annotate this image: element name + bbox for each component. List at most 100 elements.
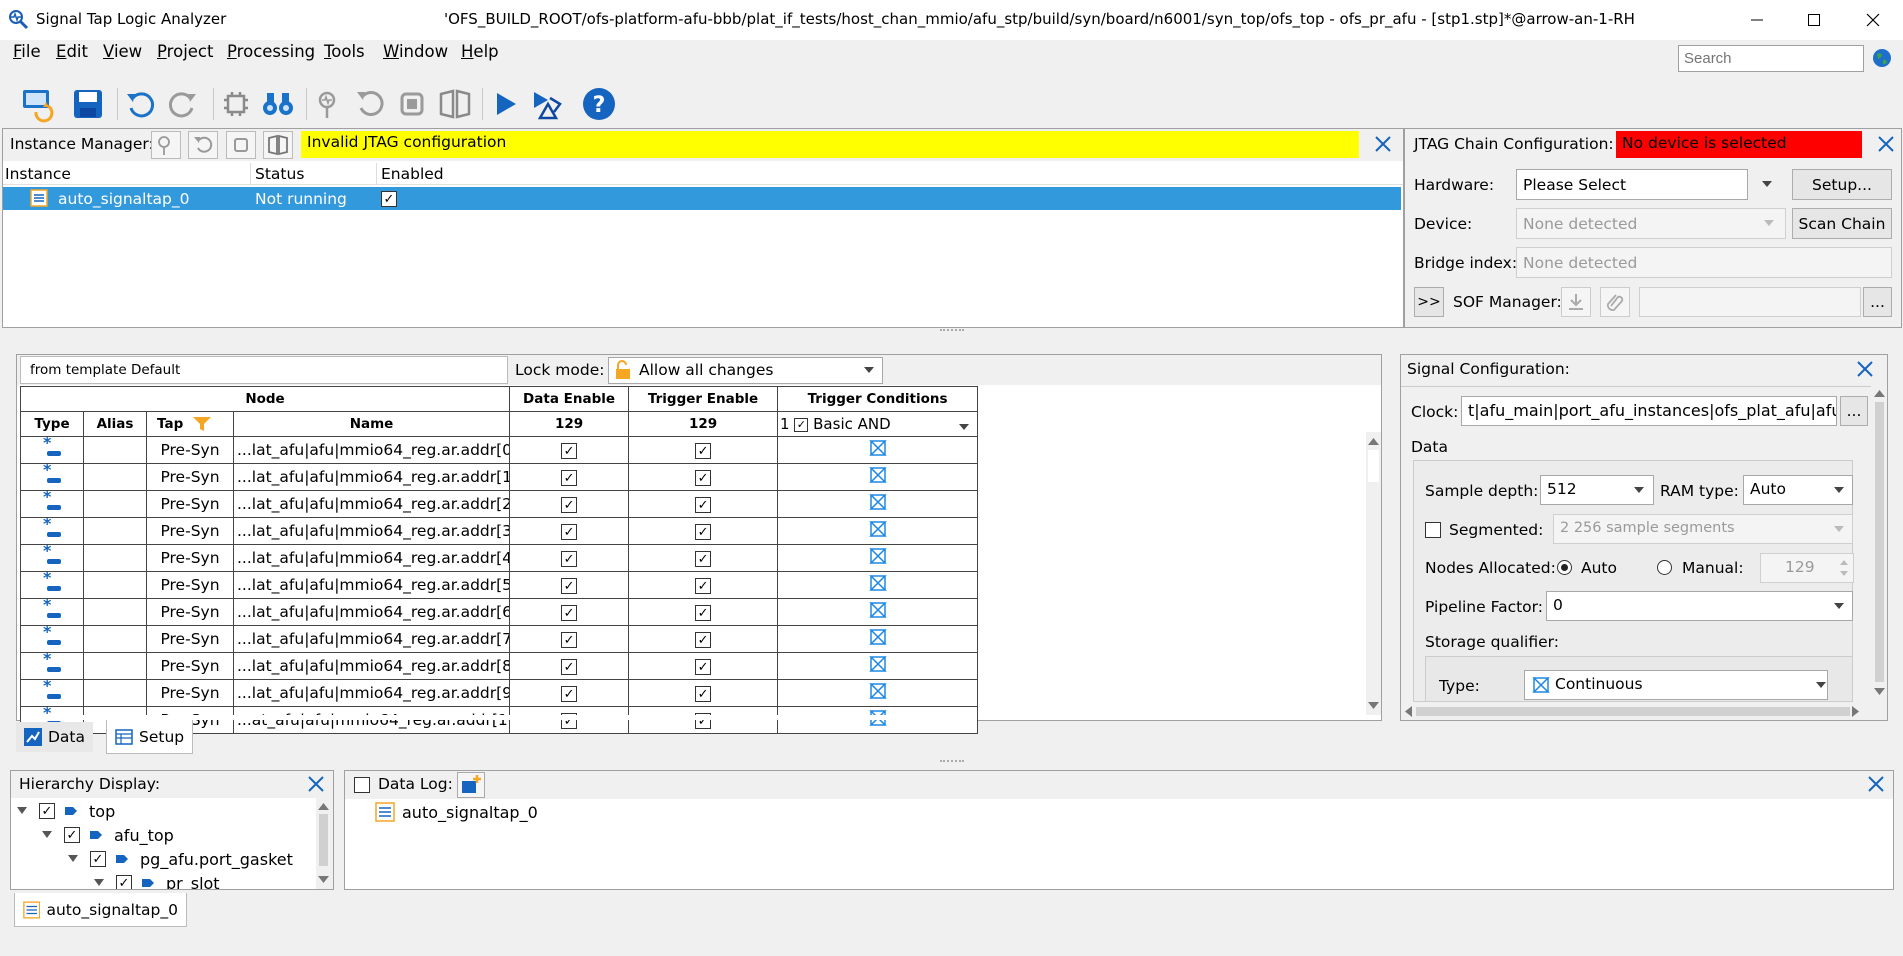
dont-care-icon[interactable] [868, 682, 888, 700]
node-tap-cell[interactable]: Pre-Syn [146, 463, 234, 491]
tab-setup[interactable]: Setup [106, 720, 194, 754]
tree-node-afu-top[interactable]: ✓ afu_top [42, 825, 174, 845]
node-alias-cell[interactable] [83, 463, 147, 491]
node-name-cell[interactable]: ...lat_afu|afu|mmio64_reg.ar.addr[3] [232, 517, 511, 545]
trigger-condition-cell[interactable] [777, 517, 979, 545]
data-enable-cell[interactable]: ✓ [509, 652, 630, 680]
data-enable-cell[interactable]: ✓ [509, 571, 630, 599]
trigger-enable-checkbox[interactable]: ✓ [695, 686, 712, 703]
node-tap-cell[interactable]: Pre-Syn [146, 490, 234, 518]
trigger-enable-checkbox[interactable]: ✓ [695, 659, 712, 676]
dont-care-icon[interactable] [868, 574, 888, 592]
redo-button[interactable] [162, 84, 202, 124]
table-row[interactable]: * Pre-Syn ...lat_afu|afu|mmio64_reg.ar.add… [20, 544, 979, 572]
dont-care-icon[interactable] [868, 547, 888, 565]
read-data-button[interactable] [435, 84, 475, 124]
trigger-enable-cell[interactable]: ✓ [628, 571, 779, 599]
lock-mode-select[interactable]: Allow all changes [608, 357, 883, 384]
node-tap-cell[interactable]: Pre-Syn [146, 679, 234, 707]
trigger-condition-cell[interactable] [777, 652, 979, 680]
dont-care-icon[interactable] [868, 493, 888, 511]
menu-file[interactable]: File [13, 42, 41, 61]
trigger-condition-cell[interactable] [777, 706, 979, 734]
trigger-condition-cell[interactable] [777, 598, 979, 626]
node-alias-cell[interactable] [83, 490, 147, 518]
menu-help[interactable]: Help [461, 42, 499, 61]
table-row[interactable]: * Pre-Syn ...lat_afu|afu|mmio64_reg.ar.add… [20, 625, 979, 653]
node-name-cell[interactable]: ...lat_afu|afu|mmio64_reg.ar.addr[0] [232, 436, 511, 464]
expand-arrow-icon[interactable] [68, 855, 78, 863]
node-finder-button[interactable] [216, 84, 256, 124]
trigger-enable-checkbox[interactable]: ✓ [695, 632, 712, 649]
minimize-button[interactable] [1729, 0, 1784, 40]
data-enable-checkbox[interactable]: ✓ [561, 551, 578, 568]
scroll-thumb[interactable] [319, 814, 328, 866]
trigger-enable-cell[interactable]: ✓ [628, 463, 779, 491]
data-enable-cell[interactable]: ✓ [509, 544, 630, 572]
tree-checkbox[interactable]: ✓ [39, 803, 55, 819]
scroll-up-icon[interactable] [1368, 437, 1379, 445]
trigger-enable-checkbox[interactable]: ✓ [695, 497, 712, 514]
scan-chain-button[interactable]: Scan Chain [1792, 208, 1892, 239]
trigger-condition-cell[interactable] [777, 463, 979, 491]
node-alias-cell[interactable] [83, 652, 147, 680]
scroll-up-icon[interactable] [318, 802, 329, 810]
col-instance[interactable]: Instance [5, 165, 71, 183]
node-tap-cell[interactable]: Pre-Syn [146, 625, 234, 653]
data-enable-checkbox[interactable]: ✓ [561, 497, 578, 514]
data-enable-cell[interactable]: ✓ [509, 679, 630, 707]
save-button[interactable] [68, 84, 108, 124]
scroll-left-icon[interactable] [1404, 706, 1412, 717]
node-name-cell[interactable]: ...lat_afu|afu|mmio64_reg.ar.addr[9] [232, 679, 511, 707]
trigger-enable-checkbox[interactable]: ✓ [695, 470, 712, 487]
tree-checkbox[interactable]: ✓ [64, 827, 80, 843]
compile-button[interactable] [528, 84, 568, 124]
trigger-enable-cell[interactable]: ✓ [628, 706, 779, 734]
tree-node-port-gasket[interactable]: ✓ pg_afu.port_gasket [68, 849, 293, 869]
close-icon[interactable] [306, 774, 326, 794]
nodes-manual-radio[interactable] [1657, 560, 1672, 575]
tab-instance[interactable]: auto_signaltap_0 [14, 893, 187, 927]
trigger-enable-cell[interactable]: ✓ [628, 652, 779, 680]
data-enable-checkbox[interactable]: ✓ [561, 659, 578, 676]
node-name-cell[interactable]: ...lat_afu|afu|mmio64_reg.ar.addr[8] [232, 652, 511, 680]
pipeline-factor-select[interactable]: 0 [1546, 591, 1853, 621]
trigger-enable-cell[interactable]: ✓ [628, 517, 779, 545]
col-type[interactable]: Type [20, 411, 84, 437]
sof-program-button[interactable] [1561, 287, 1591, 317]
expand-arrow-icon[interactable] [42, 831, 52, 839]
device-select[interactable]: None detected [1516, 208, 1786, 239]
data-enable-checkbox[interactable]: ✓ [561, 632, 578, 649]
sof-attach-button[interactable] [1600, 287, 1630, 317]
trigger-enable-cell[interactable]: ✓ [628, 490, 779, 518]
undo-button[interactable] [121, 84, 161, 124]
node-tap-cell[interactable]: Pre-Syn [146, 652, 234, 680]
trigger-enable-cell[interactable]: ✓ [628, 436, 779, 464]
node-name-cell[interactable]: ...lat_afu|afu|mmio64_reg.ar.addr[6] [232, 598, 511, 626]
node-name-cell[interactable]: ...lat_afu|afu|mmio64_reg.ar.addr[7] [232, 625, 511, 653]
trigger-enable-cell[interactable]: ✓ [628, 544, 779, 572]
data-enable-checkbox[interactable]: ✓ [561, 686, 578, 703]
autorun-analysis-button[interactable] [349, 84, 389, 124]
col-node[interactable]: Node [19, 386, 511, 412]
col-trigger-conditions[interactable]: Trigger Conditions [777, 386, 979, 412]
bridge-index-field[interactable]: None detected [1516, 247, 1892, 278]
node-alias-cell[interactable] [83, 436, 147, 464]
trigger-condition-cell[interactable] [777, 490, 979, 518]
node-tap-cell[interactable]: Pre-Syn [146, 544, 234, 572]
node-tap-cell[interactable]: Pre-Syn [146, 598, 234, 626]
col-status[interactable]: Status [255, 165, 304, 183]
node-alias-cell[interactable] [83, 517, 147, 545]
clock-field[interactable]: t|afu_main|port_afu_instances|ofs_plat_a… [1461, 396, 1837, 426]
im-run-button[interactable] [151, 131, 181, 159]
table-row[interactable]: * Pre-Syn ...lat_afu|afu|mmio64_reg.ar.add… [20, 652, 979, 680]
data-enable-cell[interactable]: ✓ [509, 436, 630, 464]
find-button[interactable] [258, 84, 298, 124]
data-enable-cell[interactable]: ✓ [509, 706, 630, 734]
data-log-item[interactable]: auto_signaltap_0 [402, 803, 538, 822]
scroll-thumb[interactable] [1416, 707, 1850, 716]
splitter-grip[interactable] [940, 329, 964, 332]
trigger-condition-header[interactable]: 1 ✓ Basic AND [777, 411, 979, 437]
search-input[interactable] [1678, 45, 1864, 72]
expand-arrow-icon[interactable] [94, 879, 104, 887]
